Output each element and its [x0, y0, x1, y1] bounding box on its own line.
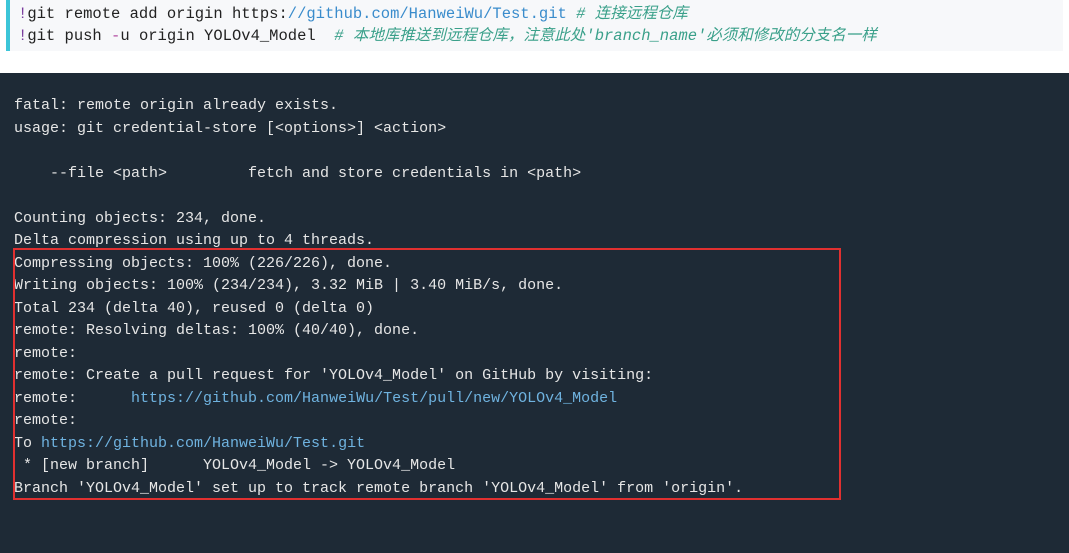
output-line: remote: — [14, 345, 86, 362]
output-line: To — [14, 435, 41, 452]
code-text: git remote add origin https: — [27, 5, 287, 23]
terminal-link[interactable]: https://github.com/HanweiWu/Test.git — [41, 435, 365, 452]
output-line: remote: Resolving deltas: 100% (40/40), … — [14, 322, 419, 339]
code-text: git push — [27, 27, 111, 45]
code-comment: # 连接远程仓库 — [567, 5, 688, 23]
dash-icon: - — [111, 27, 120, 45]
terminal-link[interactable]: https://github.com/HanweiWu/Test/pull/ne… — [131, 390, 617, 407]
output-line: * [new branch] YOLOv4_Model -> YOLOv4_Mo… — [14, 457, 455, 474]
output-line: remote: — [14, 412, 86, 429]
output-line: Total 234 (delta 40), reused 0 (delta 0) — [14, 300, 374, 317]
bang-icon: ! — [18, 27, 27, 45]
output-line: Delta compression using up to 4 threads. — [14, 232, 374, 249]
code-comment: # 本地库推送到远程仓库，注意此处'branch_name'必须和修改的分支名一… — [325, 27, 877, 45]
output-line: Counting objects: 234, done. — [14, 210, 266, 227]
code-input-cell: !git remote add origin https://github.co… — [6, 0, 1063, 51]
output-line: Branch 'YOLOv4_Model' set up to track re… — [14, 480, 743, 497]
output-line: Compressing objects: 100% (226/226), don… — [14, 255, 392, 272]
output-line: Writing objects: 100% (234/234), 3.32 Mi… — [14, 277, 563, 294]
output-line: fatal: remote origin already exists. — [14, 97, 338, 114]
output-line: remote: — [14, 390, 131, 407]
output-line: usage: git credential-store [<options>] … — [14, 120, 446, 137]
bang-icon: ! — [18, 5, 27, 23]
terminal-output: fatal: remote origin already exists. usa… — [0, 73, 1069, 553]
code-url: //github.com/HanweiWu/Test.git — [288, 5, 567, 23]
code-text: u origin YOLOv4_Model — [120, 27, 325, 45]
output-line: --file <path> fetch and store credential… — [14, 165, 581, 182]
output-line: remote: Create a pull request for 'YOLOv… — [14, 367, 653, 384]
